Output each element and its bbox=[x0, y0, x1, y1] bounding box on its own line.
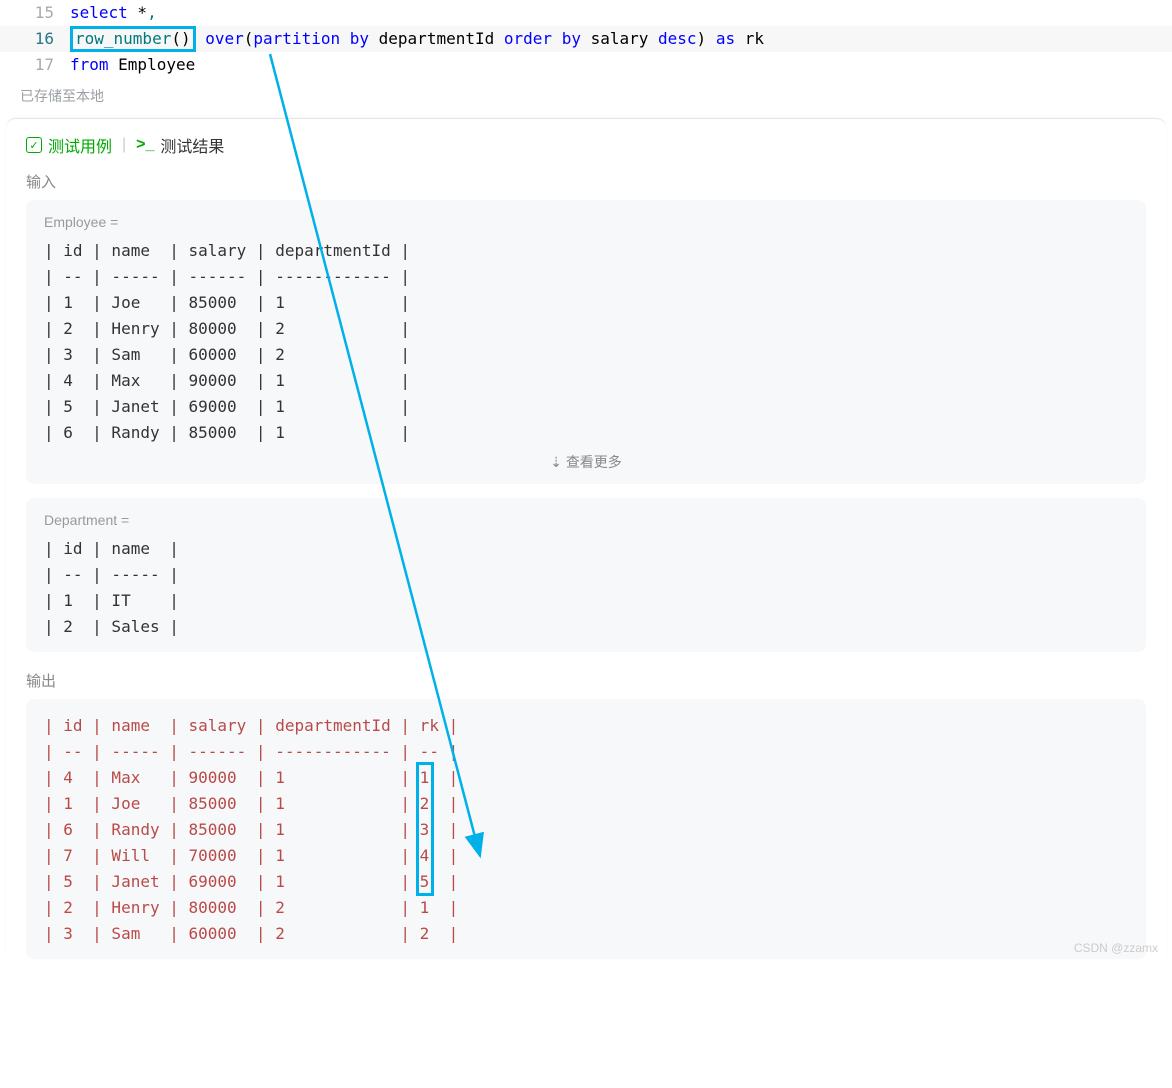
input-label: 输入 bbox=[6, 167, 1166, 200]
tabs-bar: ✓ 测试用例 | >_ 测试结果 bbox=[6, 119, 1166, 167]
table-row: | 1 | IT | bbox=[44, 588, 1128, 614]
block-title: Department = bbox=[44, 512, 1128, 528]
sql-editor[interactable]: 15 select *, 16 row_number() over(partit… bbox=[0, 0, 1172, 78]
tab-label: 测试结果 bbox=[160, 133, 224, 157]
check-icon: ✓ bbox=[26, 137, 42, 153]
block-title: Employee = bbox=[44, 214, 1128, 230]
code-content[interactable]: from Employee bbox=[70, 52, 195, 78]
table-row: | 4 | Max | 90000 | 1 | bbox=[44, 368, 1128, 394]
output-label: 输出 bbox=[6, 666, 1166, 699]
tab-result[interactable]: >_ 测试结果 bbox=[136, 133, 224, 157]
table-row: | 2 | Sales | bbox=[44, 614, 1128, 640]
line-number: 15 bbox=[0, 0, 70, 26]
save-status: 已存储至本地 bbox=[0, 78, 1172, 118]
output-block: | id | name | salary | departmentId | rk… bbox=[26, 699, 1146, 959]
code-content[interactable]: select *, bbox=[70, 0, 157, 26]
employee-input-block: Employee = | id | name | salary | depart… bbox=[26, 200, 1146, 484]
watermark: CSDN @zzamx bbox=[1074, 941, 1158, 955]
table-header: | id | name | salary | departmentId | rk… bbox=[44, 713, 1128, 739]
table-separator: | -- | ----- | bbox=[44, 562, 1128, 588]
results-panel: ✓ 测试用例 | >_ 测试结果 输入 Employee = | id | na… bbox=[6, 118, 1166, 959]
line-number: 17 bbox=[0, 52, 70, 78]
table-row: | 6 | Randy | 85000 | 1 | 3 | bbox=[44, 817, 1128, 843]
table-row: | 5 | Janet | 69000 | 1 | 5 | bbox=[44, 869, 1128, 895]
table-row: | 3 | Sam | 60000 | 2 | 2 | bbox=[44, 921, 1128, 947]
code-line[interactable]: 15 select *, bbox=[0, 0, 1172, 26]
table-row: | 1 | Joe | 85000 | 1 | bbox=[44, 290, 1128, 316]
see-more-button[interactable]: 查看更多 bbox=[44, 446, 1128, 472]
table-row: | 2 | Henry | 80000 | 2 | 1 | bbox=[44, 895, 1128, 921]
table-row: | 6 | Randy | 85000 | 1 | bbox=[44, 420, 1128, 446]
tab-testcase[interactable]: ✓ 测试用例 bbox=[26, 133, 112, 157]
code-content[interactable]: row_number() over(partition by departmen… bbox=[70, 26, 764, 52]
table-header: | id | name | bbox=[44, 536, 1128, 562]
table-row: | 2 | Henry | 80000 | 2 | bbox=[44, 316, 1128, 342]
row-number-highlight: row_number() bbox=[70, 26, 196, 52]
table-row: | 5 | Janet | 69000 | 1 | bbox=[44, 394, 1128, 420]
table-separator: | -- | ----- | ------ | ------------ | -… bbox=[44, 739, 1128, 765]
tab-label: 测试用例 bbox=[48, 133, 112, 157]
code-line[interactable]: 16 row_number() over(partition by depart… bbox=[0, 26, 1172, 52]
table-row: | 4 | Max | 90000 | 1 | 1 | bbox=[44, 765, 1128, 791]
department-input-block: Department = | id | name | | -- | ----- … bbox=[26, 498, 1146, 652]
table-header: | id | name | salary | departmentId | bbox=[44, 238, 1128, 264]
table-row: | 7 | Will | 70000 | 1 | 4 | bbox=[44, 843, 1128, 869]
terminal-icon: >_ bbox=[136, 136, 154, 154]
table-separator: | -- | ----- | ------ | ------------ | bbox=[44, 264, 1128, 290]
tab-divider: | bbox=[122, 136, 126, 154]
line-number: 16 bbox=[0, 26, 70, 52]
table-row: | 3 | Sam | 60000 | 2 | bbox=[44, 342, 1128, 368]
code-line[interactable]: 17 from Employee bbox=[0, 52, 1172, 78]
table-row: | 1 | Joe | 85000 | 1 | 2 | bbox=[44, 791, 1128, 817]
